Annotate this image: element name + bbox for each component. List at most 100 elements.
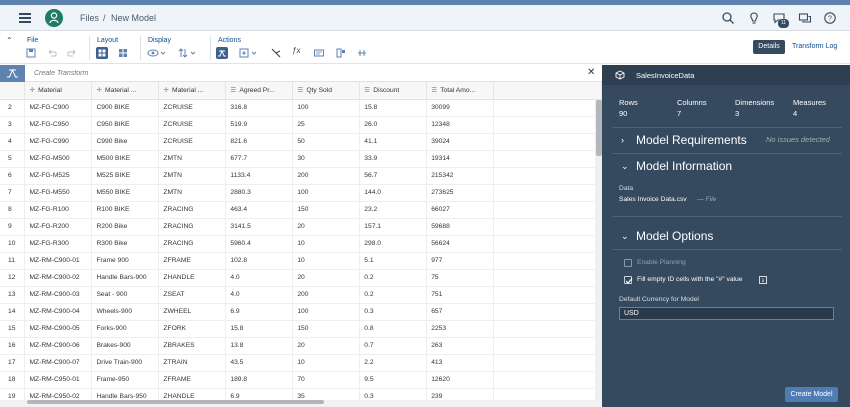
currency-select[interactable]: USD	[619, 307, 834, 320]
table-row[interactable]: 17 MZ-RM-C900-07 Drive Train-900 ZTRAIN 43.5…	[0, 354, 602, 372]
lightbulb-icon[interactable]	[747, 11, 761, 25]
table-cell[interactable]: 100	[292, 303, 361, 321]
table-row[interactable]: 6 MZ-FG-M525 M525 BIKE ZMTN 1133.4 200 56.7 215…	[0, 167, 602, 185]
discussion-icon[interactable]	[798, 11, 812, 25]
table-cell[interactable]: 20	[292, 218, 361, 236]
table-cell[interactable]: C950 BIKE	[91, 116, 160, 134]
table-row[interactable]: 13 MZ-RM-C900-03 Seat - 900 ZSEAT 4.0 200 0.2 7…	[0, 286, 602, 304]
table-cell[interactable]: MZ-FG-R300	[24, 235, 93, 253]
table-cell[interactable]: ZHANDLE	[158, 269, 227, 287]
table-cell[interactable]: 30	[292, 150, 361, 168]
filter-rows-icon[interactable]	[313, 47, 325, 59]
table-row[interactable]: 14 MZ-RM-C900-04 Wheels-900 ZWHEEL 6.9 100 0.3…	[0, 303, 602, 321]
table-cell[interactable]: ZRACING	[158, 218, 227, 236]
table-row[interactable]: 19 MZ-RM-C950-02 Handle Bars-950 ZHANDLE 6.9…	[0, 388, 602, 400]
table-cell[interactable]: M550 BIKE	[91, 184, 160, 202]
redo-icon[interactable]	[66, 47, 78, 59]
table-cell[interactable]: ZCRUISE	[158, 116, 227, 134]
table-cell[interactable]: 6.9	[225, 303, 294, 321]
table-cell[interactable]: 102.8	[225, 252, 294, 270]
save-icon[interactable]	[25, 47, 37, 59]
table-cell[interactable]: 751	[426, 286, 495, 304]
chevron-down-icon[interactable]: ⌄	[621, 231, 629, 242]
column-header[interactable]: ☰ Qty Sold	[292, 82, 361, 100]
table-cell[interactable]: ZMTN	[158, 150, 227, 168]
table-cell[interactable]: ZRACING	[158, 201, 227, 219]
fill-empty-checkbox[interactable]	[624, 276, 633, 284]
table-cell[interactable]: 144.0	[359, 184, 428, 202]
breadcrumb-files[interactable]: Files	[80, 13, 99, 23]
table-cell[interactable]: 316.8	[225, 99, 294, 117]
table-cell[interactable]: 43.5	[225, 354, 294, 372]
table-cell[interactable]: 0.2	[359, 286, 428, 304]
table-cell[interactable]: ZHANDLE	[158, 388, 227, 400]
table-cell[interactable]: 13.8	[225, 337, 294, 355]
table-cell[interactable]: MZ-RM-C900-07	[24, 354, 93, 372]
table-cell[interactable]: 657	[426, 303, 495, 321]
table-cell[interactable]: M500 BIKE	[91, 150, 160, 168]
table-cell[interactable]: 41.1	[359, 133, 428, 151]
table-cell[interactable]: MZ-RM-C950-01	[24, 371, 93, 389]
table-cell[interactable]: 50	[292, 133, 361, 151]
table-cell[interactable]: 273625	[426, 184, 495, 202]
table-cell[interactable]: ZFRAME	[158, 252, 227, 270]
chevron-down-icon[interactable]: ⌄	[621, 161, 629, 172]
table-row[interactable]: 11 MZ-RM-C900-01 Frame 900 ZFRAME 102.8 10 5.1…	[0, 252, 602, 270]
table-cell[interactable]: Handle Bars-950	[91, 388, 160, 400]
table-cell[interactable]: Forks-900	[91, 320, 160, 338]
table-cell[interactable]: 75	[426, 269, 495, 287]
table-cell[interactable]: 463.4	[225, 201, 294, 219]
table-cell[interactable]: MZ-FG-M500	[24, 150, 93, 168]
table-cell[interactable]: ZFORK	[158, 320, 227, 338]
enable-planning-checkbox[interactable]	[624, 259, 632, 267]
table-cell[interactable]: Drive Train-900	[91, 354, 160, 372]
table-cell[interactable]: MZ-RM-C950-02	[24, 388, 93, 400]
table-cell[interactable]: 519.9	[225, 116, 294, 134]
table-cell[interactable]: 157.1	[359, 218, 428, 236]
create-transform-input[interactable]	[34, 68, 574, 79]
table-cell[interactable]: ZRACING	[158, 235, 227, 253]
table-row[interactable]: 7 MZ-FG-M550 M550 BIKE ZMTN 2880.3 100 144.0 27…	[0, 184, 602, 202]
table-cell[interactable]: R300 Bike	[91, 235, 160, 253]
table-row[interactable]: 9 MZ-FG-R200 R200 Bike ZRACING 3141.5 20 157.1…	[0, 218, 602, 236]
table-cell[interactable]: MZ-RM-C900-03	[24, 286, 93, 304]
info-icon[interactable]	[759, 276, 767, 284]
table-cell[interactable]: MZ-FG-M525	[24, 167, 93, 185]
table-cell[interactable]: 30099	[426, 99, 495, 117]
table-cell[interactable]: 19314	[426, 150, 495, 168]
table-cell[interactable]: Seat - 900	[91, 286, 160, 304]
table-cell[interactable]: 1133.4	[225, 167, 294, 185]
table-cell[interactable]: 15.8	[359, 99, 428, 117]
search-icon[interactable]	[721, 11, 735, 25]
table-cell[interactable]: 0.7	[359, 337, 428, 355]
table-row[interactable]: 12 MZ-RM-C900-02 Handle Bars-900 ZHANDLE 4.0…	[0, 269, 602, 287]
table-cell[interactable]: Frame-950	[91, 371, 160, 389]
hierarchy-icon[interactable]	[356, 47, 368, 59]
table-cell[interactable]: MZ-FG-M550	[24, 184, 93, 202]
geo-enrich-icon[interactable]	[335, 47, 347, 59]
column-header[interactable]: ☰ Discount	[359, 82, 428, 100]
details-button[interactable]: Details	[753, 40, 785, 54]
table-cell[interactable]: 70	[292, 371, 361, 389]
transform-bar-icon-box[interactable]	[0, 65, 25, 82]
table-cell[interactable]: MZ-RM-C900-06	[24, 337, 93, 355]
create-model-button[interactable]: Create Model	[785, 387, 838, 402]
table-cell[interactable]: 298.0	[359, 235, 428, 253]
table-cell[interactable]: 150	[292, 201, 361, 219]
table-row[interactable]: 5 MZ-FG-M500 M500 BIKE ZMTN 677.7 30 33.9 19314	[0, 150, 602, 168]
column-header[interactable]: ✛ Material ...	[91, 82, 160, 100]
user-avatar[interactable]	[45, 9, 63, 27]
table-cell[interactable]: ZWHEEL	[158, 303, 227, 321]
table-cell[interactable]: 0.2	[359, 269, 428, 287]
formula-icon[interactable]: ƒx	[292, 46, 304, 58]
table-cell[interactable]: 413	[426, 354, 495, 372]
table-cell[interactable]: 26.0	[359, 116, 428, 134]
model-requirements-title[interactable]: Model Requirements	[636, 133, 747, 147]
table-cell[interactable]: 56624	[426, 235, 495, 253]
table-cell[interactable]: 59688	[426, 218, 495, 236]
table-cell[interactable]: 9.5	[359, 371, 428, 389]
transform-log-button[interactable]: Transform Log	[792, 40, 837, 54]
table-cell[interactable]: MZ-RM-C900-05	[24, 320, 93, 338]
help-icon[interactable]: ?	[823, 11, 837, 25]
table-cell[interactable]: ZMTN	[158, 184, 227, 202]
